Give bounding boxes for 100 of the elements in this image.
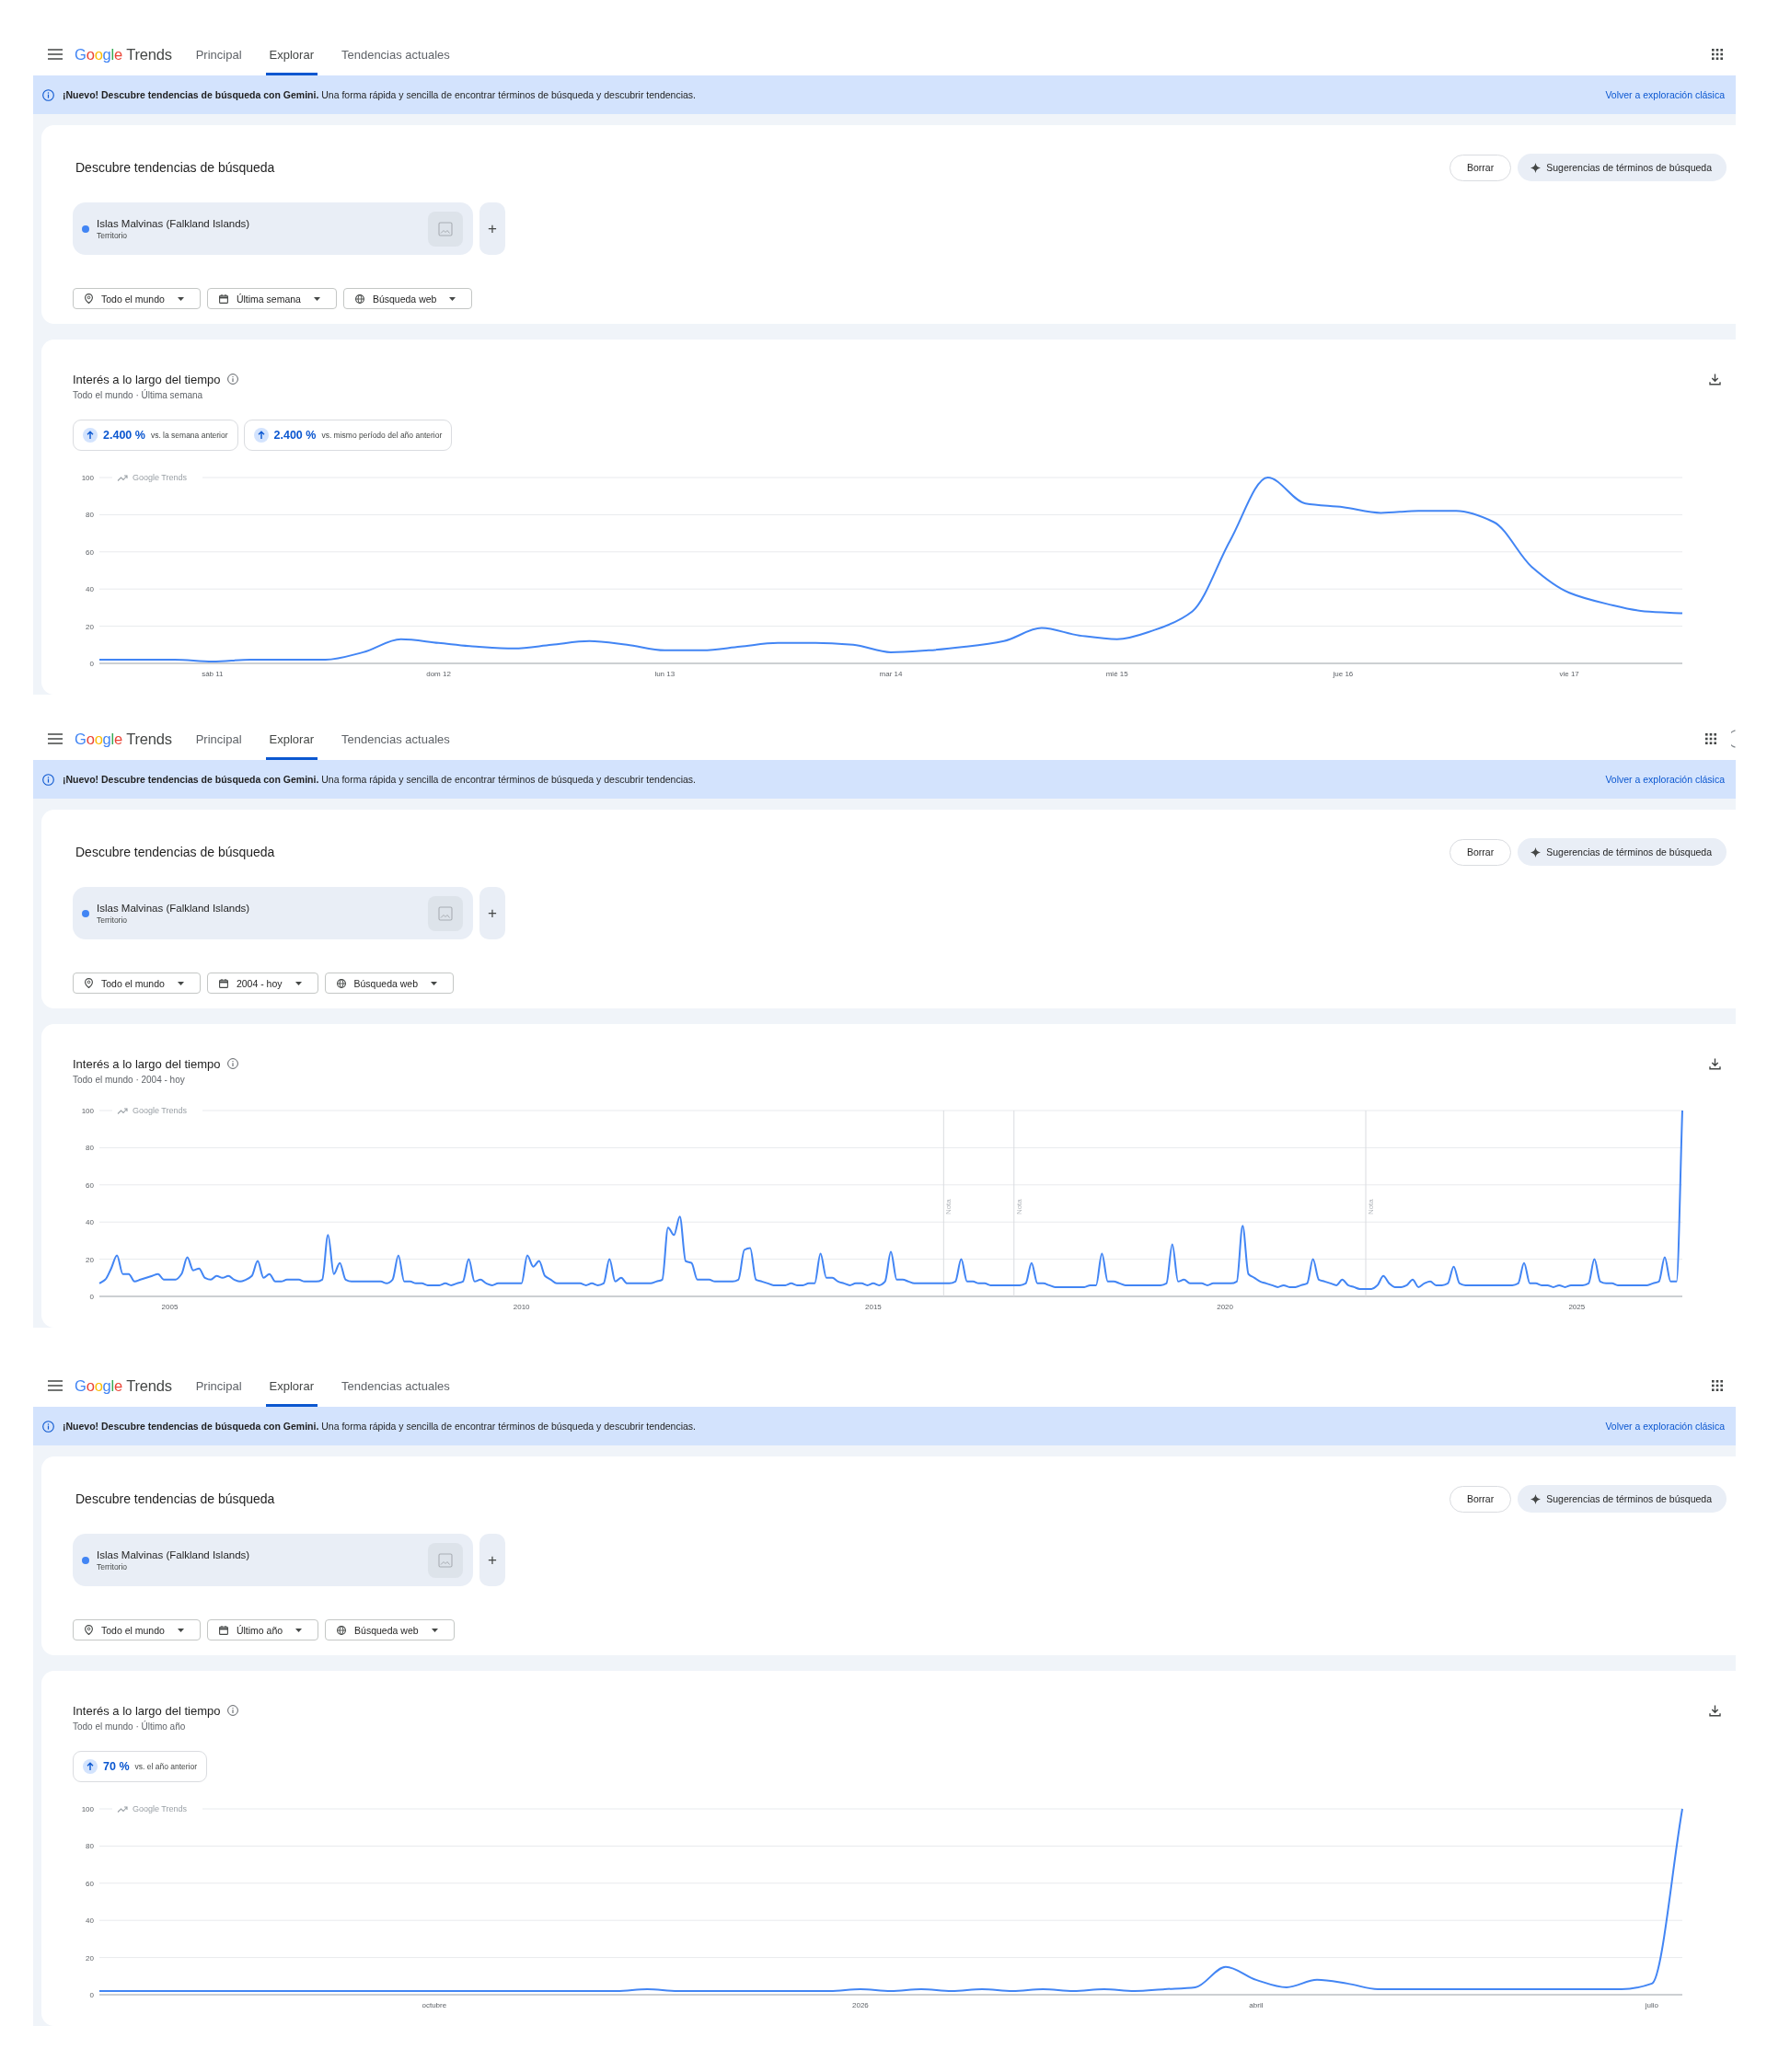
arrow-up-icon: [83, 428, 98, 443]
y-axis-label: 60: [86, 1879, 94, 1888]
clear-button[interactable]: Borrar: [1449, 154, 1512, 181]
clear-button[interactable]: Borrar: [1449, 838, 1512, 866]
stat-label: vs. mismo período del año anterior: [321, 431, 443, 440]
caret-down-icon: [294, 981, 302, 985]
x-axis-label: lun 13: [654, 670, 676, 678]
nav-tab[interactable]: Tendencias actuales: [337, 718, 454, 760]
stat-label: vs. el año anterior: [134, 1762, 198, 1771]
add-term-button[interactable]: +: [479, 1534, 505, 1586]
location-pin-icon: [85, 978, 93, 988]
menu-icon[interactable]: [48, 49, 63, 60]
y-axis-label: 0: [89, 660, 94, 668]
classic-explore-link[interactable]: Volver a exploración clásica: [1605, 774, 1725, 785]
search-term-name: Islas Malvinas (Falkland Islands): [97, 902, 250, 914]
y-axis-label: 60: [86, 1180, 94, 1190]
y-axis-label: 20: [86, 622, 94, 631]
filter-dropdown[interactable]: Búsqueda web: [325, 1619, 455, 1640]
location-pin-icon: [85, 1625, 93, 1635]
filter-dropdown[interactable]: Búsqueda web: [324, 973, 454, 994]
download-icon[interactable]: [1709, 1057, 1721, 1070]
apps-grid-icon[interactable]: [1705, 733, 1716, 744]
menu-icon[interactable]: [48, 1380, 63, 1391]
search-term-card[interactable]: Islas Malvinas (Falkland Islands) Territorio: [73, 202, 473, 255]
filter-dropdown[interactable]: Última semana: [206, 288, 337, 309]
trend-icon: [117, 475, 128, 482]
search-term-category: Territorio: [97, 1561, 129, 1571]
explore-title: Descubre tendencias de búsqueda: [75, 160, 275, 175]
trend-icon: [117, 1806, 128, 1813]
x-axis-label: vie 17: [1559, 670, 1579, 678]
classic-explore-link[interactable]: Volver a exploración clásica: [1605, 1421, 1725, 1432]
search-term-name: Islas Malvinas (Falkland Islands): [97, 217, 250, 229]
filter-dropdown[interactable]: Todo el mundo: [73, 973, 201, 994]
y-axis-label: 80: [86, 1144, 94, 1153]
y-axis-label: 40: [86, 1917, 94, 1926]
add-term-button[interactable]: +: [479, 202, 505, 255]
calendar-icon: [218, 1625, 228, 1635]
stat-value: 2.400 %: [103, 429, 145, 442]
info-icon[interactable]: [227, 374, 239, 385]
google-trends-logo[interactable]: Google Trends: [75, 1376, 172, 1395]
banner-message: ¡Nuevo! Descubre tendencias de búsqueda con Gemini. Una forma rápida y sencilla de encontrar términos de búsqueda y descubrir tendencias.: [63, 774, 697, 785]
x-axis-label: 2026: [852, 2001, 869, 2009]
stat-value: 2.400 %: [273, 429, 317, 442]
search-term-card[interactable]: Islas Malvinas (Falkland Islands) Territorio: [73, 1534, 473, 1586]
y-axis-label: 20: [86, 1953, 94, 1963]
menu-icon[interactable]: [48, 733, 63, 744]
x-axis-label: 2005: [161, 1303, 179, 1311]
stat-value: 70 %: [103, 1760, 130, 1773]
apps-grid-icon[interactable]: [1712, 49, 1723, 60]
chart-brand-label: Google Trends: [133, 1106, 188, 1115]
apps-grid-icon[interactable]: [1712, 1380, 1723, 1391]
download-icon[interactable]: [1709, 1704, 1721, 1717]
nav-tab[interactable]: Tendencias actuales: [337, 33, 454, 75]
caret-down-icon: [177, 981, 184, 985]
arrow-up-icon: [253, 428, 269, 443]
search-term-card[interactable]: Islas Malvinas (Falkland Islands) Territorio: [73, 887, 473, 939]
info-icon[interactable]: [42, 773, 54, 786]
x-axis-label: dom 12: [426, 670, 451, 678]
avatar-edge-icon[interactable]: [1731, 730, 1736, 748]
nav-tab[interactable]: Principal: [191, 1364, 246, 1407]
explore-title: Descubre tendencias de búsqueda: [75, 845, 275, 859]
filter-dropdown[interactable]: Todo el mundo: [73, 1619, 201, 1640]
y-axis-label: 100: [81, 474, 94, 482]
nav-tab[interactable]: Tendencias actuales: [337, 1364, 454, 1407]
filter-dropdown[interactable]: Último año: [206, 1619, 319, 1640]
filter-dropdown[interactable]: 2004 - hoy: [206, 973, 318, 994]
info-icon[interactable]: [42, 1420, 54, 1433]
y-axis-label: 20: [86, 1255, 94, 1264]
chart-brand-label: Google Trends: [133, 473, 188, 482]
caret-down-icon: [295, 1628, 303, 1632]
globe-icon: [336, 978, 346, 988]
globe-icon: [354, 294, 364, 304]
suggestions-button[interactable]: Sugerencias de términos de búsqueda: [1518, 838, 1727, 866]
caret-down-icon: [313, 296, 320, 301]
nav-tab[interactable]: Principal: [191, 33, 246, 75]
suggestions-button[interactable]: Sugerencias de términos de búsqueda: [1518, 154, 1727, 181]
y-axis-label: 0: [89, 1293, 94, 1301]
globe-icon: [337, 1625, 347, 1635]
add-term-button[interactable]: +: [479, 887, 505, 939]
sparkle-icon: [1530, 162, 1542, 173]
caret-down-icon: [177, 296, 184, 301]
filter-dropdown[interactable]: Todo el mundo: [73, 288, 201, 309]
classic-explore-link[interactable]: Volver a exploración clásica: [1605, 89, 1725, 100]
x-axis-label: 2010: [513, 1303, 530, 1311]
x-axis-label: 2020: [1217, 1303, 1233, 1311]
x-axis-label: sáb 11: [202, 670, 224, 678]
clear-button[interactable]: Borrar: [1449, 1485, 1512, 1513]
chart-title: Interés a lo largo del tiempo: [73, 372, 221, 386]
google-trends-logo[interactable]: Google Trends: [75, 45, 172, 63]
info-icon[interactable]: [227, 1705, 239, 1716]
nav-tab[interactable]: Principal: [191, 718, 246, 760]
info-icon[interactable]: [42, 88, 54, 101]
x-axis-label: jue 16: [1333, 670, 1354, 678]
info-icon[interactable]: [227, 1058, 239, 1069]
download-icon[interactable]: [1709, 373, 1721, 386]
x-axis-label: mié 15: [1105, 670, 1128, 678]
suggestions-button[interactable]: Sugerencias de términos de búsqueda: [1518, 1485, 1727, 1513]
x-axis-label: 2015: [865, 1303, 882, 1311]
filter-dropdown[interactable]: Búsqueda web: [342, 288, 473, 309]
google-trends-logo[interactable]: Google Trends: [75, 730, 172, 748]
